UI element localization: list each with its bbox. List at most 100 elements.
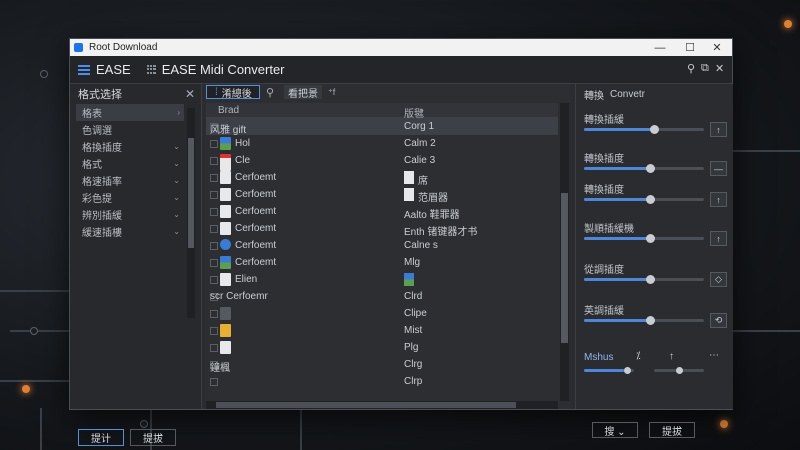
format-item[interactable]: 色调選: [76, 121, 184, 138]
row-checkbox[interactable]: [210, 191, 218, 199]
slider-knob[interactable]: [646, 275, 655, 284]
file-row[interactable]: Cerfoemt 范眉器: [206, 186, 558, 204]
file-row[interactable]: 鐘楓 Clrg: [206, 356, 558, 374]
file-row[interactable]: Cerfoemt 席: [206, 169, 558, 187]
extract-button[interactable]: 提拔: [649, 422, 695, 438]
slider-knob[interactable]: [646, 316, 655, 325]
submit-button[interactable]: 提计: [78, 429, 124, 446]
setting-action-button[interactable]: —: [710, 161, 727, 176]
chevron-icon[interactable]: ⌄: [173, 159, 180, 168]
slider-knob[interactable]: [650, 125, 659, 134]
row-checkbox[interactable]: [210, 259, 218, 267]
file-type: Calm 2: [404, 138, 436, 149]
setting-action-button[interactable]: ⟲: [710, 313, 727, 328]
file-row[interactable]: Clipe: [206, 305, 558, 322]
toolbar-extra[interactable]: ⁺f: [328, 87, 335, 98]
format-list-scrollbar[interactable]: [187, 108, 195, 318]
chevron-icon[interactable]: ⌄: [173, 227, 180, 236]
setting-slider[interactable]: [584, 164, 704, 173]
file-name: Cerfoemt: [235, 240, 277, 251]
app-close-icon[interactable]: ✕: [715, 62, 724, 75]
scrollbar-thumb[interactable]: [188, 138, 194, 248]
slider-knob[interactable]: [646, 234, 655, 243]
scrollbar-thumb[interactable]: [561, 193, 568, 343]
file-row[interactable]: Clrp: [206, 373, 558, 390]
row-checkbox[interactable]: [210, 208, 218, 216]
setting-action-button[interactable]: ◇: [710, 272, 727, 287]
row-checkbox[interactable]: [210, 378, 218, 386]
file-row[interactable]: Cerfoemt Enth 锗键器才书: [206, 220, 558, 238]
chevron-icon[interactable]: ⌄: [173, 193, 180, 202]
format-item[interactable]: 格速插率 ⌄: [76, 172, 184, 189]
file-row[interactable]: Elien: [206, 271, 558, 288]
maximize-icon[interactable]: ☐: [675, 39, 705, 56]
row-checkbox[interactable]: [210, 140, 218, 148]
file-row[interactable]: Plg: [206, 339, 558, 356]
setting-label: 轉換插緩: [584, 115, 624, 126]
file-list-scrollbar[interactable]: [560, 103, 569, 401]
slider-knob[interactable]: [624, 367, 631, 374]
row-checkbox[interactable]: [210, 310, 218, 318]
search-dropdown-button[interactable]: 搜 ⌄: [592, 422, 638, 438]
file-row[interactable]: Cerfoemt Calne s: [206, 237, 558, 254]
setting-slider[interactable]: [584, 275, 704, 284]
footer-slider-left[interactable]: [584, 367, 634, 374]
file-row[interactable]: Mist: [206, 322, 558, 339]
column-header-name[interactable]: Brad: [218, 105, 239, 116]
format-item[interactable]: 格式 ⌄: [76, 155, 184, 172]
file-row[interactable]: Cerfoemt Mlg: [206, 254, 558, 271]
close-icon[interactable]: ✕: [185, 87, 195, 101]
setting-action-button[interactable]: ↑: [710, 122, 727, 137]
file-row[interactable]: 风雅 gift Corg 1: [206, 118, 558, 136]
more-icon[interactable]: ⋯: [709, 350, 719, 361]
file-row[interactable]: scr Cerfoemr Clrd: [206, 288, 558, 305]
search-input[interactable]: ⁞ 淆總後: [206, 85, 260, 100]
row-checkbox[interactable]: [210, 242, 218, 250]
upload-icon[interactable]: ↑: [669, 351, 674, 362]
chevron-icon[interactable]: ⌄: [173, 210, 180, 219]
row-checkbox[interactable]: [210, 344, 218, 352]
format-item-label: 彩色提: [82, 194, 112, 205]
chevron-icon[interactable]: ›: [177, 108, 180, 117]
format-item[interactable]: 彩色提 ⌄: [76, 189, 184, 206]
format-item[interactable]: 辨別插緩 ⌄: [76, 206, 184, 223]
setting-slider[interactable]: [584, 195, 704, 204]
chevron-icon[interactable]: ⌄: [173, 176, 180, 185]
file-row[interactable]: Cle Calie 3: [206, 152, 558, 171]
close-icon[interactable]: ✕: [702, 39, 732, 56]
file-type: Clrp: [404, 376, 423, 387]
chevron-icon[interactable]: ⌄: [173, 142, 180, 151]
slider-knob[interactable]: [646, 164, 655, 173]
setting-label: 轉換插度: [584, 154, 624, 165]
setting-action-button[interactable]: ↑: [710, 192, 727, 207]
row-checkbox[interactable]: [210, 225, 218, 233]
slider-knob[interactable]: [676, 367, 683, 374]
file-row[interactable]: Cerfoemt Aalto 鞋罪器: [206, 203, 558, 221]
scrollbar-thumb[interactable]: [216, 402, 516, 408]
file-list-hscrollbar[interactable]: [206, 401, 558, 409]
setting-slider[interactable]: [584, 234, 704, 243]
menu-icon[interactable]: [78, 63, 90, 77]
slider-knob[interactable]: [646, 195, 655, 204]
row-checkbox[interactable]: [210, 174, 218, 182]
secondary-button[interactable]: 提拔: [130, 429, 176, 446]
mic-icon[interactable]: ⚲: [687, 62, 695, 75]
minimize-icon[interactable]: —: [645, 39, 675, 56]
apps-grid-icon[interactable]: [146, 65, 156, 74]
row-checkbox[interactable]: [210, 327, 218, 335]
format-item[interactable]: 緩速插樓 ⌄: [76, 223, 184, 240]
setting-slider[interactable]: [584, 125, 704, 134]
wave-icon[interactable]: ⁒: [636, 351, 641, 362]
window-mode-icon[interactable]: ⧉: [701, 62, 709, 75]
row-checkbox[interactable]: [210, 157, 218, 165]
format-item[interactable]: 格換插度 ⌄: [76, 138, 184, 155]
footer-slider-right[interactable]: [654, 367, 704, 374]
setting-action-button[interactable]: ↑: [710, 231, 727, 246]
file-row[interactable]: Hol Calm 2: [206, 135, 558, 152]
window-titlebar[interactable]: Root Download — ☐ ✕: [70, 39, 732, 56]
view-mode-button[interactable]: 看把景: [284, 85, 322, 100]
row-checkbox[interactable]: [210, 276, 218, 284]
format-item[interactable]: 格表 ›: [76, 104, 184, 121]
setting-slider[interactable]: [584, 316, 704, 325]
search-icon[interactable]: ⚲: [266, 86, 274, 99]
